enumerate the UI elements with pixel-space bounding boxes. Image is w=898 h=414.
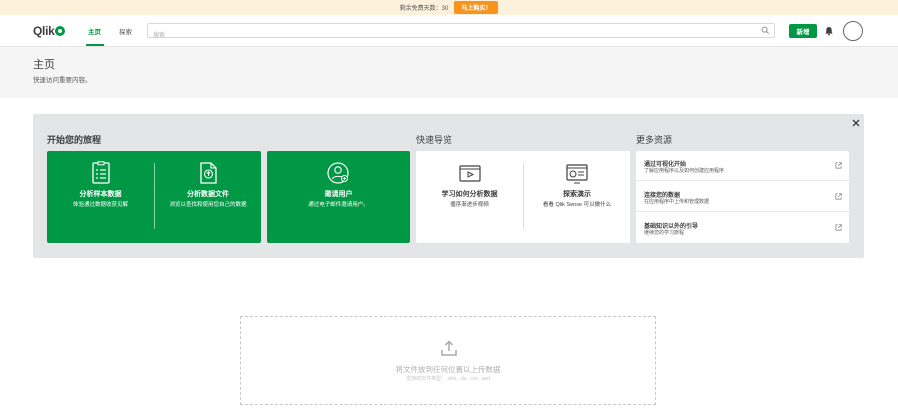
upload-file-icon bbox=[200, 162, 217, 184]
invite-users-card[interactable]: 邀请用户 通过电子邮件邀请用户。 bbox=[267, 151, 410, 243]
external-link-icon bbox=[835, 162, 842, 169]
top-navigation: Qlik 主页 探索 新增 bbox=[0, 15, 898, 47]
card-title: 分析数据文件 bbox=[187, 191, 229, 198]
tab-home[interactable]: 主页 bbox=[88, 26, 101, 36]
getting-started-panel: 开始您的旅程 快速导览 更多资源 分析样本数据 体验通过数据收获见解 分析数据文… bbox=[33, 114, 864, 258]
search-bar[interactable] bbox=[147, 23, 775, 43]
bell-icon[interactable] bbox=[824, 26, 834, 36]
user-avatar[interactable] bbox=[843, 21, 863, 41]
active-tab-indicator bbox=[86, 44, 104, 46]
resource-description: 在应用程序中上传和管理数据 bbox=[644, 199, 710, 205]
invite-user-icon bbox=[327, 162, 349, 184]
explore-demo-card[interactable]: 探索演示 看看 Qlik Sense 可以做什么 bbox=[524, 151, 630, 243]
page-header: 主页 快速访问重要内容。 bbox=[0, 47, 898, 98]
page-subtitle: 快速访问重要内容。 bbox=[33, 77, 92, 84]
journey-section-title: 开始您的旅程 bbox=[47, 135, 102, 145]
logo-mark-icon bbox=[55, 26, 66, 36]
upload-icon bbox=[441, 340, 457, 356]
qlik-logo[interactable]: Qlik bbox=[33, 24, 66, 38]
quick-nav-section-title: 快速导览 bbox=[416, 135, 453, 145]
video-play-icon bbox=[459, 165, 481, 182]
new-button[interactable]: 新增 bbox=[789, 24, 817, 38]
resource-description: 继续您的学习旅程 bbox=[644, 230, 685, 236]
upload-drop-zone[interactable]: 将文件放到任何位置以上传数据 支持的文件类型：.xlsx, .xls, .csv… bbox=[240, 316, 656, 405]
close-icon[interactable] bbox=[851, 118, 861, 128]
buy-now-button[interactable]: 马上购买！ bbox=[454, 1, 499, 14]
page-title: 主页 bbox=[33, 59, 55, 71]
resource-item-visualization[interactable]: 通过可视化开始 了解应用程序以及如何创建应用程序 bbox=[636, 151, 849, 181]
card-description: 循序渐进步视频 bbox=[450, 202, 489, 208]
learn-analyze-data-card[interactable]: 学习如何分析数据 循序渐进步视频 bbox=[416, 151, 523, 243]
logo-text: Qlik bbox=[33, 24, 55, 38]
card-description: 通过电子邮件邀请用户。 bbox=[308, 202, 369, 208]
card-title: 分析样本数据 bbox=[79, 191, 122, 198]
resource-description: 了解应用程序以及如何创建应用程序 bbox=[644, 168, 725, 174]
tab-explore[interactable]: 探索 bbox=[119, 26, 132, 36]
trial-banner: 剩余免费天数：30 马上购买！ bbox=[0, 0, 898, 15]
resource-item-beyond-basics[interactable]: 基础知识以外的引导 继续您的学习旅程 bbox=[636, 213, 849, 243]
journey-card-group: 分析样本数据 体验通过数据收获见解 分析数据文件 浏览以查找和使用您自己的数据 bbox=[47, 151, 261, 243]
card-description: 看看 Qlik Sense 可以做什么 bbox=[542, 202, 612, 208]
external-link-icon bbox=[835, 193, 842, 200]
search-icon[interactable] bbox=[761, 26, 770, 35]
card-description: 体验通过数据收获见解 bbox=[72, 202, 128, 208]
analyze-sample-data-card[interactable]: 分析样本数据 体验通过数据收获见解 bbox=[47, 151, 154, 243]
search-input[interactable] bbox=[148, 29, 748, 43]
clipboard-list-icon bbox=[92, 161, 110, 184]
resource-list: 通过可视化开始 了解应用程序以及如何创建应用程序 连接您的数据 在应用程序中上传… bbox=[636, 151, 849, 243]
invite-users-card-content: 邀请用户 通过电子邮件邀请用户。 bbox=[267, 151, 410, 243]
demo-chart-icon bbox=[566, 164, 588, 184]
card-title: 探索演示 bbox=[563, 191, 591, 198]
card-title: 邀请用户 bbox=[324, 191, 353, 198]
upload-supported-formats: 支持的文件类型：.xlsx, .xls, .csv, .qvd bbox=[406, 376, 490, 382]
trial-days-text: 剩余免费天数：30 bbox=[399, 6, 449, 12]
analyze-data-file-card[interactable]: 分析数据文件 浏览以查找和使用您自己的数据 bbox=[155, 151, 261, 243]
quick-nav-card-group: 学习如何分析数据 循序渐进步视频 探索演示 看看 Qlik Sense 可以做什… bbox=[416, 151, 630, 243]
upload-title: 将文件放到任何位置以上传数据 bbox=[395, 365, 501, 374]
card-description: 浏览以查找和使用您自己的数据 bbox=[169, 202, 247, 208]
card-title: 学习如何分析数据 bbox=[441, 191, 498, 198]
resource-item-connect-data[interactable]: 连接您的数据 在应用程序中上传和管理数据 bbox=[636, 182, 849, 212]
external-link-icon bbox=[835, 224, 842, 231]
more-resources-section-title: 更多资源 bbox=[636, 135, 673, 145]
